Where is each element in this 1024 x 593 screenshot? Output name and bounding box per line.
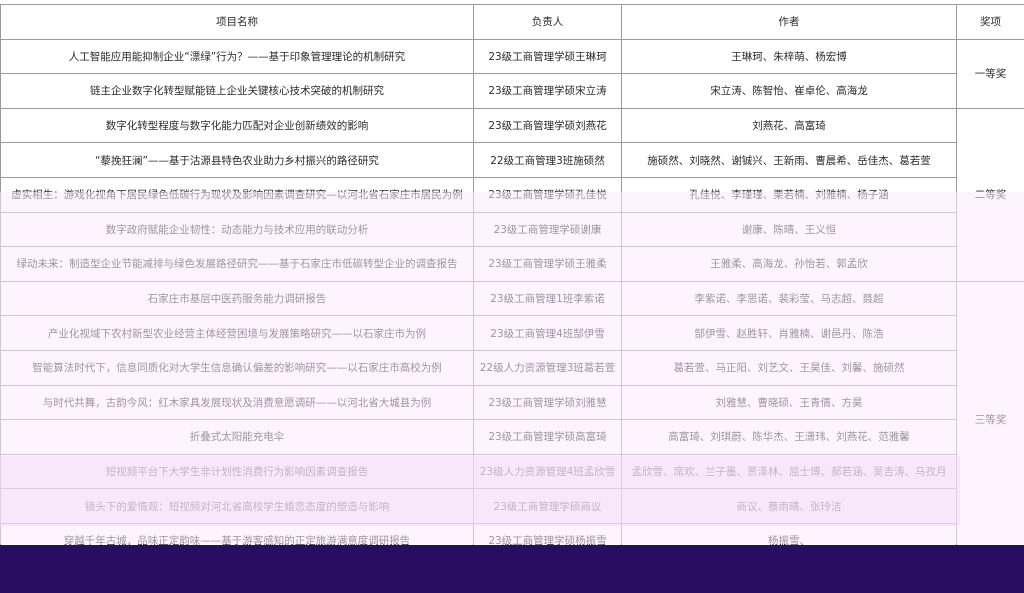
project-name-cell: 产业化视域下农村新型农业经营主体经营困境与发展策略研究——以石家庄市为例 bbox=[0, 315, 474, 351]
table-row: 链主企业数字化转型赋能链上企业关键核心技术突破的机制研究 23级工商管理学硕宋立… bbox=[0, 73, 1024, 109]
award-table: 项目名称 负责人 作者 奖项 人工智能应用能抑制企业“漂绿”行为？——基于印象管… bbox=[0, 4, 1024, 559]
table-row: 智能算法时代下，信息同质化对大学生信息确认偏差的影响研究——以石家庄市高校为例 … bbox=[0, 349, 1024, 386]
table-row: 绿动未来：制造型企业节能减排与绿色发展路径研究——基于石家庄市低碳转型企业的调查… bbox=[0, 246, 1024, 282]
header-project-name: 项目名称 bbox=[0, 4, 474, 40]
leader-cell: 23级工商管理学硕刘雅慧 bbox=[473, 384, 622, 421]
leader-cell: 22级工商管理3班施硕然 bbox=[473, 142, 622, 178]
award-second-cell: 二等奖 bbox=[956, 107, 1024, 282]
header-leader: 负责人 bbox=[473, 4, 622, 40]
table-row: 石家庄市基层中医药服务能力调研报告 23级工商管理1班李紫诺 李紫诺、李思诺、裴… bbox=[0, 280, 1024, 559]
project-name-cell: 链主企业数字化转型赋能链上企业关键核心技术突破的机制研究 bbox=[0, 73, 474, 109]
authors-cell: 谢康、陈晴、王义恒 bbox=[621, 211, 957, 248]
authors-cell: 刘燕花、高富琦 bbox=[621, 107, 957, 144]
table-row: “藜挽狂澜”——基于沽源县特色农业助力乡村振兴的路径研究 22级工商管理3班施硕… bbox=[0, 142, 1024, 178]
leader-cell: 23级工商管理学硕宋立涛 bbox=[473, 73, 622, 109]
project-name-cell: 虚实相生：游戏化视角下居民绿色低碳行为现状及影响因素调查研究—以河北省石家庄市居… bbox=[0, 176, 474, 213]
project-name-cell: 短视频平台下大学生非计划性消费行为影响因素调查报告 bbox=[0, 453, 474, 490]
award-first-cell: 一等奖 bbox=[956, 38, 1024, 109]
header-authors: 作者 bbox=[621, 4, 957, 40]
table-row: 短视频平台下大学生非计划性消费行为影响因素调查报告 23级人力资源管理4班孟欣雪… bbox=[0, 453, 1024, 490]
leader-cell: 23级人力资源管理4班孟欣雪 bbox=[473, 453, 622, 490]
authors-cell: 宋立涛、陈智怡、崔卓伦、高海龙 bbox=[621, 73, 957, 109]
project-name-cell: 折叠式太阳能充电伞 bbox=[0, 419, 474, 455]
authors-cell: 郜伊雪、赵胜轩、肖雅楠、谢邑丹、陈浩 bbox=[621, 315, 957, 351]
authors-cell: 孔佳悦、李瑾瑾、栗若楠、刘雅楠、杨子涵 bbox=[621, 176, 957, 213]
header-row: 项目名称 负责人 作者 奖项 bbox=[0, 4, 1024, 40]
project-name-cell: 数字化转型程度与数字化能力匹配对企业创新绩效的影响 bbox=[0, 107, 474, 144]
leader-cell: 22级人力资源管理3班葛若萱 bbox=[473, 349, 622, 386]
authors-cell: 高富琦、刘琪蔚、陈华杰、王潇玮、刘燕花、范雅馨 bbox=[621, 419, 957, 455]
leader-cell: 23级工商管理学硕王雅柔 bbox=[473, 246, 622, 282]
leader-cell: 23级工商管理学硕王琳珂 bbox=[473, 38, 622, 75]
project-name-cell: 数字政府赋能企业韧性：动态能力与技术应用的联动分析 bbox=[0, 211, 474, 248]
authors-cell: 商议、蔡雨晴、张玲洁 bbox=[621, 488, 957, 524]
footer-bar bbox=[0, 545, 1024, 593]
award-third-cell: 三等奖 bbox=[956, 280, 1024, 559]
authors-cell: 李紫诺、李思诺、裴彩莹、马志超、聂超 bbox=[621, 280, 957, 317]
leader-cell: 23级工商管理学硕谢康 bbox=[473, 211, 622, 248]
table-row: 产业化视域下农村新型农业经营主体经营困境与发展策略研究——以石家庄市为例 23级… bbox=[0, 315, 1024, 351]
project-name-cell: 镜头下的爱情观：短视频对河北省高校学生婚恋态度的塑造与影响 bbox=[0, 488, 474, 524]
table-row: 虚实相生：游戏化视角下居民绿色低碳行为现状及影响因素调查研究—以河北省石家庄市居… bbox=[0, 176, 1024, 213]
table-row: 数字化转型程度与数字化能力匹配对企业创新绩效的影响 23级工商管理学硕刘燕花 刘… bbox=[0, 107, 1024, 282]
project-name-cell: “藜挽狂澜”——基于沽源县特色农业助力乡村振兴的路径研究 bbox=[0, 142, 474, 178]
table-row: 数字政府赋能企业韧性：动态能力与技术应用的联动分析 23级工商管理学硕谢康 谢康… bbox=[0, 211, 1024, 248]
project-name-cell: 绿动未来：制造型企业节能减排与绿色发展路径研究——基于石家庄市低碳转型企业的调查… bbox=[0, 246, 474, 282]
leader-cell: 23级工商管理1班李紫诺 bbox=[473, 280, 622, 317]
authors-cell: 王雅柔、高海龙、孙怡若、郭孟欣 bbox=[621, 246, 957, 282]
authors-cell: 刘雅慧、曹晓硕、王青倩、方昊 bbox=[621, 384, 957, 421]
leader-cell: 23级工商管理学硕高富琦 bbox=[473, 419, 622, 455]
project-name-cell: 人工智能应用能抑制企业“漂绿”行为？——基于印象管理理论的机制研究 bbox=[0, 38, 474, 75]
authors-cell: 孟欣雪、席欢、兰子墨、贾泽林、屈士博、郝若涵、吴吉涛、马孜月 bbox=[621, 453, 957, 490]
project-name-cell: 石家庄市基层中医药服务能力调研报告 bbox=[0, 280, 474, 317]
table-row: 折叠式太阳能充电伞 23级工商管理学硕高富琦 高富琦、刘琪蔚、陈华杰、王潇玮、刘… bbox=[0, 419, 1024, 455]
authors-cell: 王琳珂、朱梓萌、杨宏博 bbox=[621, 38, 957, 75]
table-row: 镜头下的爱情观：短视频对河北省高校学生婚恋态度的塑造与影响 23级工商管理学硕商… bbox=[0, 488, 1024, 524]
authors-cell: 葛若萱、马正阳、刘艺文、王昊佳、刘馨、施硕然 bbox=[621, 349, 957, 386]
leader-cell: 23级工商管理学硕孔佳悦 bbox=[473, 176, 622, 213]
table-row: 与时代共舞，古韵今风：红木家具发展现状及消费意愿调研——以河北省大城县为例 23… bbox=[0, 384, 1024, 421]
leader-cell: 23级工商管理4班郜伊雪 bbox=[473, 315, 622, 351]
table-row: 人工智能应用能抑制企业“漂绿”行为？——基于印象管理理论的机制研究 23级工商管… bbox=[0, 38, 1024, 109]
project-name-cell: 智能算法时代下，信息同质化对大学生信息确认偏差的影响研究——以石家庄市高校为例 bbox=[0, 349, 474, 386]
authors-cell: 施硕然、刘晓然、谢铖兴、王新雨、曹晨希、岳佳杰、葛若萱 bbox=[621, 142, 957, 178]
leader-cell: 23级工商管理学硕刘燕花 bbox=[473, 107, 622, 144]
header-award: 奖项 bbox=[956, 4, 1024, 40]
project-name-cell: 与时代共舞，古韵今风：红木家具发展现状及消费意愿调研——以河北省大城县为例 bbox=[0, 384, 474, 421]
leader-cell: 23级工商管理学硕商议 bbox=[473, 488, 622, 524]
